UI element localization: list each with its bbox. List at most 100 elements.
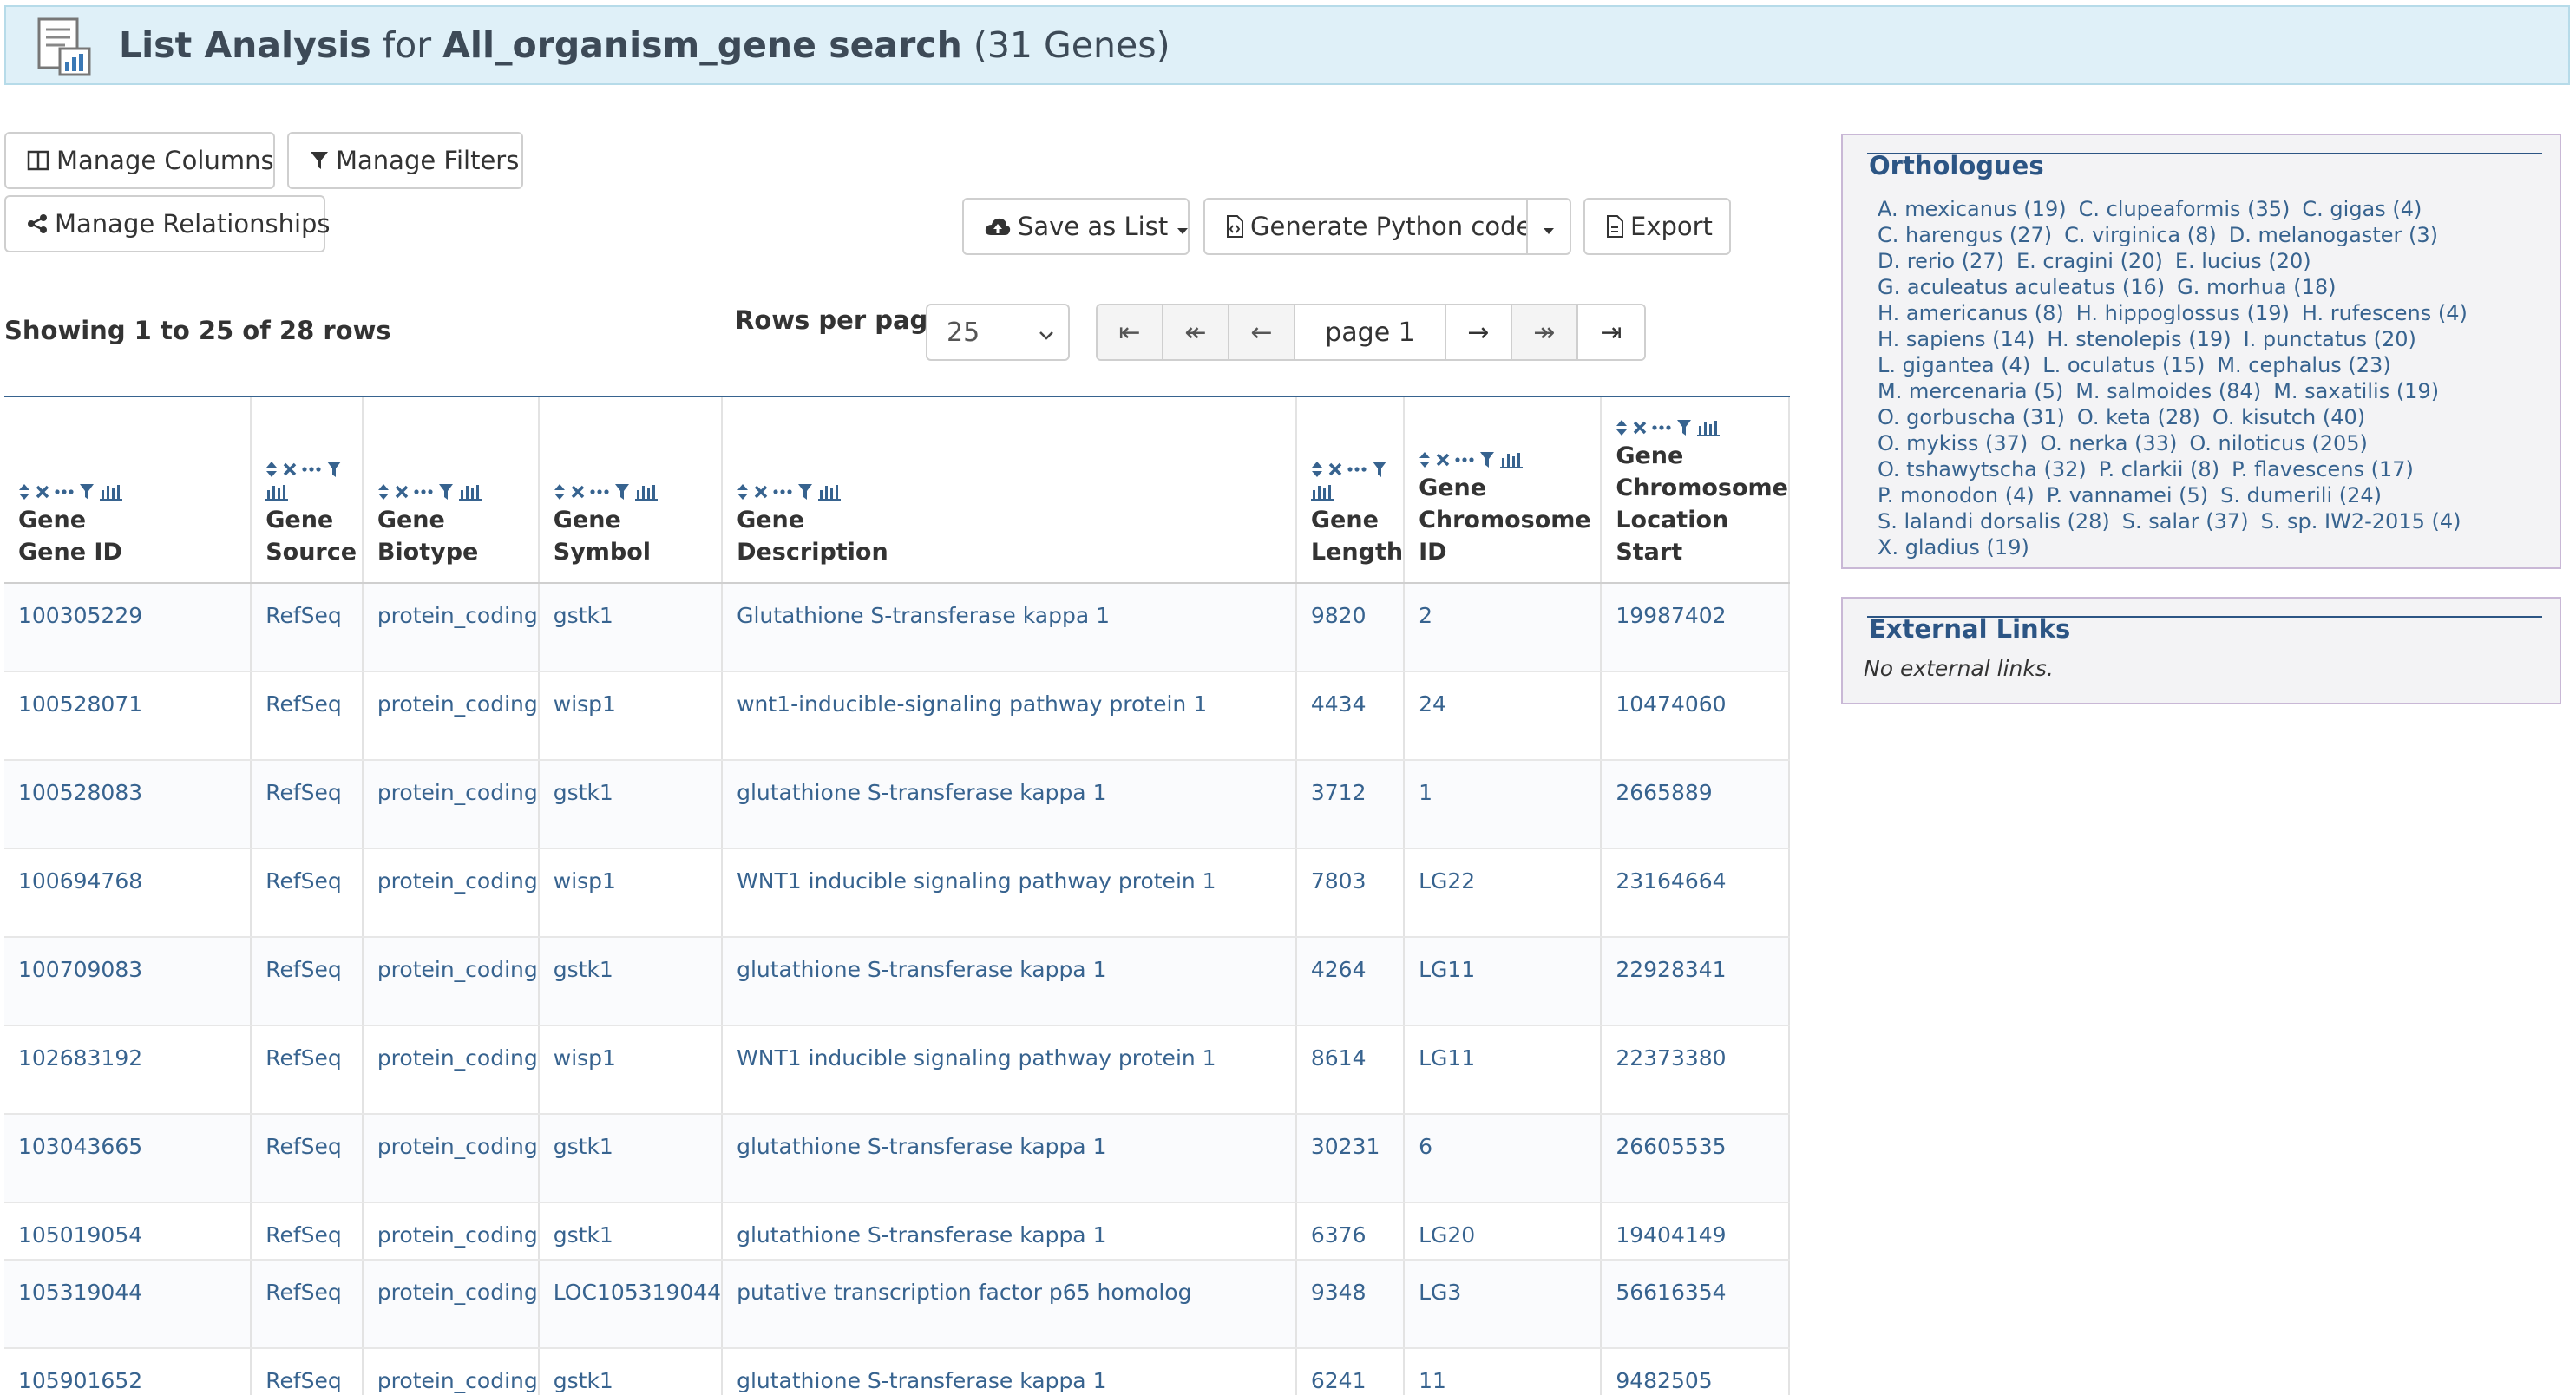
table-row[interactable]: 100305229 RefSeq protein_coding gstk1 Glutat… (4, 583, 1790, 672)
gene-biotype[interactable]: protein_coding (362, 937, 540, 1026)
orthologue-link[interactable]: L. gigantea (4) (1878, 352, 2030, 378)
gene-chromosome-id[interactable]: 24 (1404, 671, 1603, 761)
gene-chromosome-id[interactable]: LG11 (1404, 1025, 1603, 1115)
gene-source[interactable]: RefSeq (251, 671, 364, 761)
gene-biotype[interactable]: protein_coding (362, 1025, 540, 1115)
orthologue-link[interactable]: D. melanogaster (3) (2229, 222, 2438, 248)
gene-source[interactable]: RefSeq (251, 848, 364, 938)
gene-description[interactable]: glutathione S-transferase kappa 1 (722, 1202, 1297, 1261)
gene-id-link[interactable]: 100709083 (4, 937, 252, 1026)
column-filter-icon[interactable] (1479, 451, 1495, 468)
gene-symbol[interactable]: wisp1 (538, 671, 724, 761)
orthologue-link[interactable]: O. kisutch (40) (2212, 404, 2365, 430)
gene-id-link[interactable]: 100528071 (4, 671, 252, 761)
gene-source[interactable]: RefSeq (251, 1114, 364, 1203)
table-row[interactable]: 100694768 RefSeq protein_coding wisp1 WNT1 i… (4, 848, 1790, 938)
gene-symbol[interactable]: gstk1 (538, 937, 724, 1026)
remove-column-icon[interactable] (36, 485, 49, 499)
sort-icon[interactable] (1616, 419, 1628, 436)
gene-description[interactable]: glutathione S-transferase kappa 1 (722, 1348, 1297, 1395)
gene-id-link[interactable]: 100305229 (4, 583, 252, 672)
current-page-indicator[interactable]: page 1 (1295, 305, 1446, 359)
orthologue-link[interactable]: E. lucius (20) (2175, 248, 2311, 274)
orthologue-link[interactable]: G. aculeatus aculeatus (16) (1878, 274, 2165, 300)
gene-location-start[interactable]: 10474060 (1601, 671, 1790, 761)
gene-description[interactable]: glutathione S-transferase kappa 1 (722, 937, 1297, 1026)
gene-symbol[interactable]: LOC105319044 (538, 1260, 724, 1349)
next-page-button[interactable]: → (1446, 305, 1512, 359)
column-summary-icon[interactable] (1500, 451, 1524, 468)
column-header[interactable]: Gene Source (251, 397, 364, 584)
remove-column-icon[interactable] (571, 485, 585, 499)
column-header[interactable]: Gene Length (1295, 397, 1406, 584)
orthologue-link[interactable]: P. clarkii (8) (2099, 456, 2219, 482)
orthologue-link[interactable]: S. sp. IW2-2015 (4) (2261, 508, 2461, 534)
column-header[interactable]: Gene Gene ID (4, 397, 252, 584)
orthologue-link[interactable]: M. salmoides (84) (2075, 378, 2261, 404)
orthologue-link[interactable]: P. flavescens (17) (2232, 456, 2414, 482)
remove-column-icon[interactable] (754, 485, 768, 499)
column-header[interactable]: Gene Description (722, 397, 1297, 584)
column-header[interactable]: Gene Chromosome ID (1404, 397, 1603, 584)
column-filter-icon[interactable] (326, 461, 342, 478)
remove-column-icon[interactable] (1436, 453, 1450, 467)
forward-five-pages-button[interactable]: ↠ (1512, 305, 1578, 359)
column-filter-icon[interactable] (797, 483, 813, 501)
first-page-button[interactable]: ⇤ (1098, 305, 1163, 359)
orthologue-link[interactable]: M. cephalus (23) (2217, 352, 2390, 378)
gene-description[interactable]: glutathione S-transferase kappa 1 (722, 760, 1297, 849)
gene-source[interactable]: RefSeq (251, 1260, 364, 1349)
gene-symbol[interactable]: gstk1 (538, 1202, 724, 1261)
sort-icon[interactable] (265, 461, 278, 478)
remove-column-icon[interactable] (1633, 421, 1647, 435)
gene-biotype[interactable]: protein_coding (362, 1202, 540, 1261)
gene-biotype[interactable]: protein_coding (362, 760, 540, 849)
generate-python-dropdown[interactable] (1526, 198, 1571, 255)
orthologue-link[interactable]: H. hippoglossus (19) (2076, 300, 2290, 326)
table-row[interactable]: 100709083 RefSeq protein_coding gstk1 glutat… (4, 937, 1790, 1026)
orthologue-link[interactable]: O. tshawytscha (32) (1878, 456, 2087, 482)
orthologue-link[interactable]: O. nerka (33) (2040, 430, 2177, 456)
gene-symbol[interactable]: gstk1 (538, 760, 724, 849)
gene-source[interactable]: RefSeq (251, 937, 364, 1026)
sort-icon[interactable] (554, 483, 566, 501)
generate-python-button[interactable]: Generate Python code (1203, 198, 1531, 255)
gene-biotype[interactable]: protein_coding (362, 671, 540, 761)
orthologue-link[interactable]: O. niloticus (205) (2189, 430, 2368, 456)
more-options-icon[interactable] (1347, 466, 1367, 473)
column-summary-icon[interactable] (1310, 483, 1334, 501)
orthologue-link[interactable]: I. punctatus (20) (2244, 326, 2416, 352)
sort-icon[interactable] (1311, 461, 1323, 478)
orthologue-link[interactable]: C. virginica (8) (2064, 222, 2217, 248)
gene-source[interactable]: RefSeq (251, 1025, 364, 1115)
column-summary-icon[interactable] (265, 483, 289, 501)
gene-location-start[interactable]: 22928341 (1601, 937, 1790, 1026)
orthologue-link[interactable]: O. mykiss (37) (1878, 430, 2028, 456)
gene-symbol[interactable]: gstk1 (538, 583, 724, 672)
gene-id-link[interactable]: 100528083 (4, 760, 252, 849)
save-as-list-button[interactable]: Save as List (962, 198, 1190, 255)
gene-biotype[interactable]: protein_coding (362, 583, 540, 672)
gene-id-link[interactable]: 105019054 (4, 1202, 252, 1261)
gene-length[interactable]: 9820 (1295, 583, 1406, 672)
gene-description[interactable]: putative transcription factor p65 homolo… (722, 1260, 1297, 1349)
sort-icon[interactable] (737, 483, 749, 501)
column-header[interactable]: Gene Symbol (538, 397, 724, 584)
gene-location-start[interactable]: 56616354 (1601, 1260, 1790, 1349)
more-options-icon[interactable] (1652, 424, 1671, 431)
orthologue-link[interactable]: S. lalandi dorsalis (28) (1878, 508, 2110, 534)
gene-location-start[interactable]: 19987402 (1601, 583, 1790, 672)
column-summary-icon[interactable] (458, 483, 482, 501)
last-page-button[interactable]: ⇥ (1578, 305, 1644, 359)
gene-source[interactable]: RefSeq (251, 760, 364, 849)
gene-length[interactable]: 8614 (1295, 1025, 1406, 1115)
orthologue-link[interactable]: C. harengus (27) (1878, 222, 2052, 248)
table-row[interactable]: 105901652 RefSeq protein_coding gstk1 glutat… (4, 1348, 1790, 1395)
column-filter-icon[interactable] (438, 483, 454, 501)
gene-chromosome-id[interactable]: LG20 (1404, 1202, 1603, 1261)
gene-chromosome-id[interactable]: LG11 (1404, 937, 1603, 1026)
orthologue-link[interactable]: S. dumerili (24) (2220, 482, 2382, 508)
more-options-icon[interactable] (590, 488, 609, 495)
gene-description[interactable]: wnt1-inducible-signaling pathway protein… (722, 671, 1297, 761)
orthologue-link[interactable]: M. saxatilis (19) (2273, 378, 2439, 404)
